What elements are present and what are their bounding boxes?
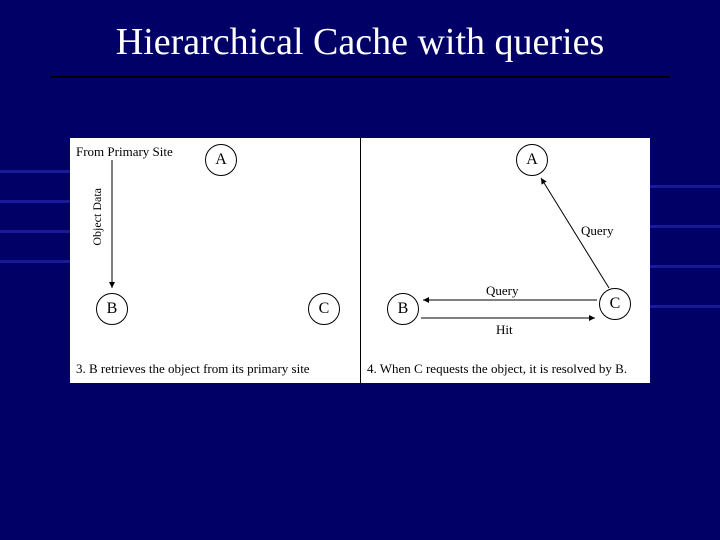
diagram-container: From Primary Site A Object Data B C 3. B (70, 138, 650, 383)
caption-step-4: 4. When C requests the object, it is res… (367, 361, 644, 377)
panel-step-3: From Primary Site A Object Data B C 3. B (70, 138, 360, 383)
bg-stripe (650, 305, 720, 308)
node-c: C (308, 293, 340, 325)
slide: Hierarchical Cache with queries From Pri… (0, 0, 720, 540)
panel-step-4: A B C Query Qu (360, 138, 650, 383)
arrow-primary-to-b (70, 138, 360, 383)
bg-stripe (0, 230, 70, 233)
query-label-cb: Query (486, 283, 519, 299)
bg-stripe (0, 200, 70, 203)
bg-stripe (0, 260, 70, 263)
node-b: B (96, 293, 128, 325)
bg-stripe (650, 185, 720, 188)
arrows-queries (361, 138, 650, 383)
bg-stripe (0, 170, 70, 173)
hit-label: Hit (496, 322, 513, 338)
node-b-label: B (107, 300, 118, 318)
bg-stripe (650, 265, 720, 268)
query-label-ca: Query (581, 223, 614, 239)
page-title: Hierarchical Cache with queries (0, 20, 720, 64)
caption-step-3: 3. B retrieves the object from its prima… (76, 361, 354, 377)
node-c-label: C (319, 300, 330, 318)
title-underline (50, 76, 670, 78)
bg-stripe (650, 225, 720, 228)
